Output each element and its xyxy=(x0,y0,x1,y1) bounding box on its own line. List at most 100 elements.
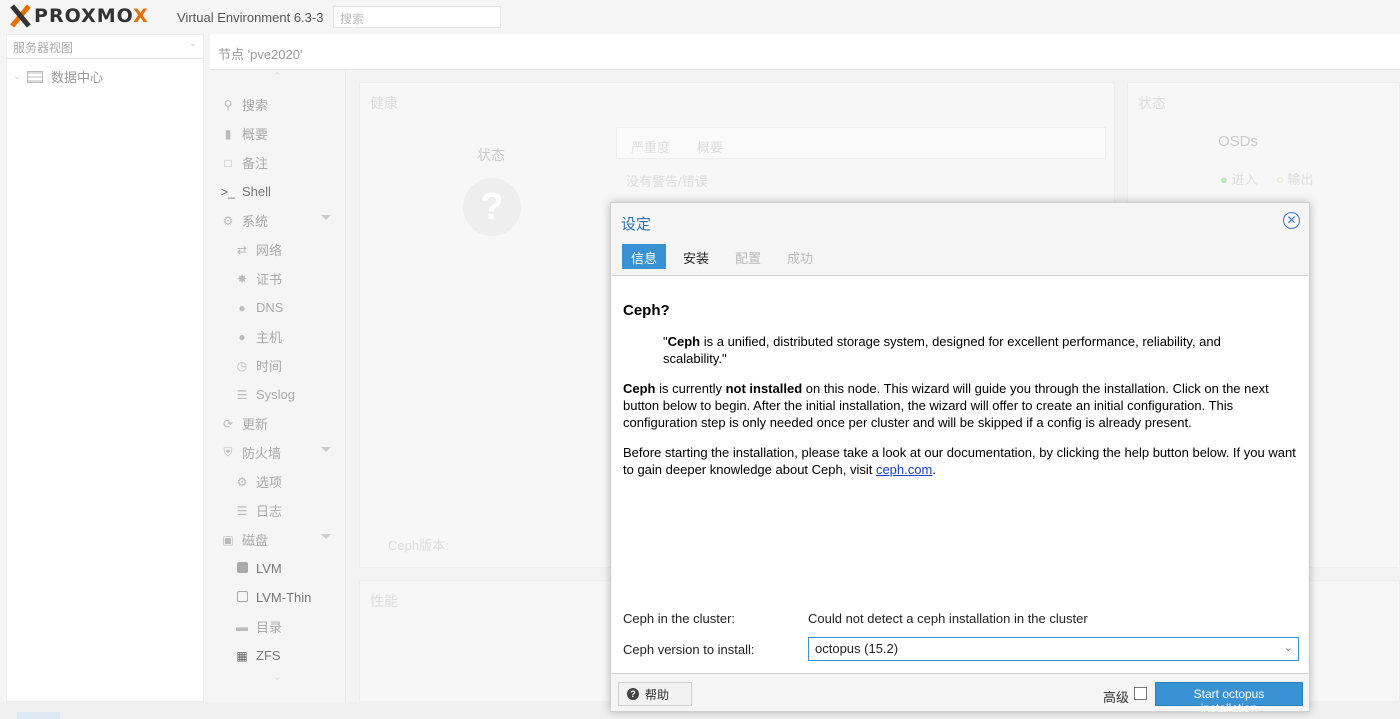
node-title: 节点 'pve2020' xyxy=(218,47,303,62)
nav-label: 防火墙 xyxy=(242,446,282,461)
dialog-body: Ceph? "Ceph is a unified, distributed st… xyxy=(612,275,1308,674)
quote-bold: Ceph xyxy=(667,334,701,349)
start-installation-button[interactable]: Start octopus installation xyxy=(1155,682,1303,715)
tree-item-datacenter[interactable]: ⌄ 数据中心 xyxy=(7,59,203,94)
ceph-version-select[interactable]: octopus (15.2) ⌄ xyxy=(808,637,1299,661)
globe-icon: ● xyxy=(238,329,246,344)
nav-label: 搜索 xyxy=(242,98,269,113)
nav-label: 证书 xyxy=(256,272,283,287)
note-icon: □ xyxy=(224,155,232,170)
nav-label: 目录 xyxy=(256,620,283,635)
version-label: Virtual Environment 6.3-3 xyxy=(177,10,324,25)
p1-bold-not-installed: not installed xyxy=(725,381,803,396)
proxmox-logo: PROXMOX xyxy=(8,5,149,27)
help-label: 帮助 xyxy=(645,687,670,702)
nav-item-network[interactable]: ⇄ 网络 xyxy=(210,235,345,264)
p1-text1: is currently xyxy=(655,381,726,396)
nav-label: 概要 xyxy=(242,127,269,142)
nav-label: Shell xyxy=(242,184,271,199)
search-input[interactable]: 搜索 xyxy=(333,6,501,28)
documentation-paragraph: Before starting the installation, please… xyxy=(623,444,1301,478)
dialog-footer: ? 帮助 高级 Start octopus installation xyxy=(611,676,1309,715)
nav-item-updates[interactable]: ⟳ 更新 xyxy=(210,409,345,438)
list-icon: ☰ xyxy=(236,387,248,402)
nav-label: 时间 xyxy=(256,359,283,374)
log-panel-tab[interactable] xyxy=(17,712,60,719)
nav-item-hosts[interactable]: ● 主机 xyxy=(210,322,345,351)
tree-item-label: 数据中心 xyxy=(51,70,104,85)
tab-install[interactable]: 安装 xyxy=(674,244,718,269)
collapse-icon[interactable] xyxy=(321,534,331,539)
nav-item-search[interactable]: ⚲ 搜索 xyxy=(210,90,345,119)
hdd-icon: ▣ xyxy=(222,532,234,547)
nav-item-options[interactable]: ⚙ 选项 xyxy=(210,467,345,496)
certificate-icon: ✸ xyxy=(236,271,248,286)
gear-icon: ⚙ xyxy=(236,474,248,489)
nav-label: 网络 xyxy=(256,243,283,258)
view-selector[interactable]: 服务器视图 ⌄ xyxy=(7,35,203,59)
nav-label: LVM xyxy=(256,561,282,576)
nav-label: LVM-Thin xyxy=(256,590,312,605)
nav-item-system[interactable]: ⚙ 系统 xyxy=(210,206,345,235)
severity-column: 严重度 xyxy=(631,140,671,155)
nav-label: Syslog xyxy=(256,387,296,402)
nav-label: 更新 xyxy=(242,417,269,432)
nav-item-lvm[interactable]: LVM xyxy=(210,554,345,583)
nav-item-log[interactable]: ☰ 日志 xyxy=(210,496,345,525)
scroll-up-icon[interactable]: ⌃ xyxy=(210,70,345,90)
health-title: 健康 xyxy=(370,95,398,111)
cluster-status-row: Ceph in the cluster: Could not detect a … xyxy=(623,611,1088,626)
nav-item-dns[interactable]: ● DNS xyxy=(210,293,345,322)
nav-item-summary[interactable]: ▮ 概要 xyxy=(210,119,345,148)
nav-label: 主机 xyxy=(256,330,283,345)
nav-item-lvm-thin[interactable]: LVM-Thin xyxy=(210,583,345,612)
question-icon: ? xyxy=(627,688,639,700)
node-header: 节点 'pve2020' xyxy=(210,34,1400,70)
nav-item-zfs[interactable]: ▦ ZFS xyxy=(210,641,345,670)
version-label: Ceph version to install: xyxy=(623,641,755,657)
dialog-title: 设定 xyxy=(621,216,652,233)
scroll-down-icon[interactable]: ⌄ xyxy=(210,670,345,690)
osd-out-text: 输出 xyxy=(1287,172,1314,187)
nav-item-directory[interactable]: ▬ 目录 xyxy=(210,612,345,641)
help-button[interactable]: ? 帮助 xyxy=(618,682,692,706)
nav-item-syslog[interactable]: ☰ Syslog xyxy=(210,380,345,409)
ceph-version-label: Ceph版本: xyxy=(388,538,449,553)
quote-rest: is a unified, distributed storage system… xyxy=(663,334,1221,366)
nav-item-time[interactable]: ◷ 时间 xyxy=(210,351,345,380)
osd-out-label: ○ 输出 xyxy=(1276,172,1314,187)
close-icon[interactable]: ✕ xyxy=(1283,212,1300,229)
terminal-icon: >_ xyxy=(221,184,235,199)
health-grid-header: 严重度 概要 xyxy=(616,127,1106,159)
nav-item-firewall[interactable]: ⛨ 防火墙 xyxy=(210,438,345,467)
chevron-down-icon[interactable]: ⌄ xyxy=(1284,641,1293,654)
globe-icon: ● xyxy=(238,300,246,315)
collapse-icon[interactable] xyxy=(321,215,331,220)
cluster-value: Could not detect a ceph installation in … xyxy=(808,611,1088,626)
nav-item-shell[interactable]: >_ Shell xyxy=(210,177,345,206)
datacenter-icon xyxy=(27,70,43,83)
collapse-icon[interactable] xyxy=(321,447,331,452)
top-bar: PROXMOX Virtual Environment 6.3-3 搜索 xyxy=(0,0,1400,34)
install-status-paragraph: Ceph is currently not installed on this … xyxy=(623,380,1301,431)
resource-tree-panel: 服务器视图 ⌄ ⌄ 数据中心 xyxy=(6,34,204,702)
chevron-down-icon: ⌄ xyxy=(188,38,197,49)
nav-label: 选项 xyxy=(256,475,283,490)
p2-text: Before starting the installation, please… xyxy=(623,445,1296,477)
tab-configure: 配置 xyxy=(735,251,762,266)
ceph-com-link[interactable]: ceph.com xyxy=(876,462,932,477)
tab-info[interactable]: 信息 xyxy=(622,244,667,269)
nav-label: 系统 xyxy=(242,214,269,229)
nav-item-notes[interactable]: □ 备注 xyxy=(210,148,345,177)
ceph-setup-dialog: 设定 ✕ 信息 安装 配置 成功 Ceph? "Ceph is a unifie… xyxy=(610,202,1310,715)
logo-x-icon xyxy=(8,5,32,27)
shield-icon: ⛨ xyxy=(223,445,233,459)
nav-item-disks[interactable]: ▣ 磁盘 xyxy=(210,525,345,554)
book-icon: ▮ xyxy=(224,126,232,141)
nav-item-certificates[interactable]: ✸ 证书 xyxy=(210,264,345,293)
cluster-label: Ceph in the cluster: xyxy=(623,611,736,626)
expand-icon[interactable]: ⌄ xyxy=(13,71,25,82)
osds-label: OSDs xyxy=(1218,133,1259,150)
list-icon: ☰ xyxy=(236,503,248,518)
advanced-checkbox[interactable] xyxy=(1134,687,1147,700)
